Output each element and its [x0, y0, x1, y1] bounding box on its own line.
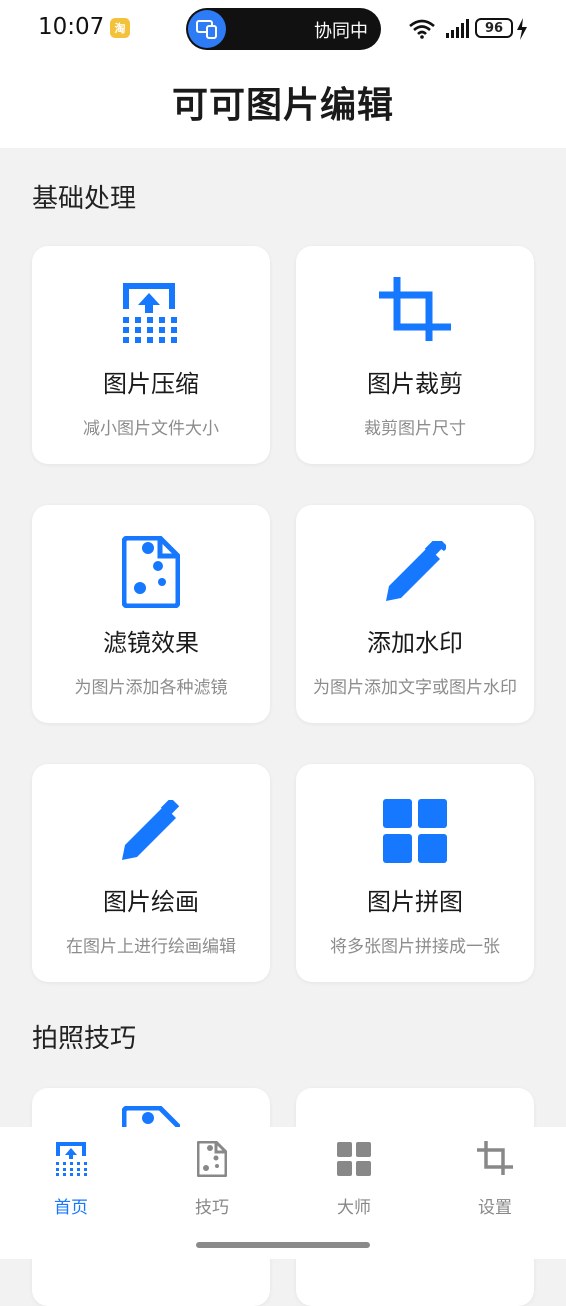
card-image-collage[interactable]: 图片拼图 将多张图片拼接成一张	[296, 764, 534, 982]
status-bar: 10:07 淘 协同中 96	[0, 0, 566, 58]
screen-share-icon	[188, 10, 226, 48]
signal-icon	[446, 19, 469, 38]
wifi-icon	[409, 19, 435, 39]
nav-label: 首页	[54, 1198, 88, 1218]
nav-item-settings[interactable]: 设置	[445, 1139, 545, 1218]
battery-indicator: 96	[475, 18, 513, 38]
nav-item-tips[interactable]: 技巧	[162, 1139, 262, 1218]
taobao-badge-icon: 淘	[110, 18, 130, 38]
pencil-icon	[296, 535, 534, 609]
card-description: 为图片添加各种滤镜	[74, 678, 228, 698]
card-description: 为图片添加文字或图片水印	[313, 678, 517, 698]
nav-item-home[interactable]: 首页	[21, 1139, 121, 1218]
crop-icon	[296, 276, 534, 350]
grid-icon	[334, 1139, 374, 1179]
nav-label: 技巧	[195, 1198, 229, 1218]
card-image-crop[interactable]: 图片裁剪 裁剪图片尺寸	[296, 246, 534, 464]
filter-icon	[32, 535, 270, 609]
nav-label: 大师	[337, 1198, 371, 1218]
pencil-icon	[32, 794, 270, 868]
card-description: 将多张图片拼接成一张	[330, 937, 500, 957]
compress-icon	[32, 276, 270, 350]
card-label: 滤镜效果	[103, 629, 199, 657]
card-description: 减小图片文件大小	[83, 419, 219, 439]
card-label: 添加水印	[367, 629, 463, 657]
card-label: 图片拼图	[367, 888, 463, 916]
app-header: 可可图片编辑	[0, 58, 566, 148]
card-description: 裁剪图片尺寸	[364, 419, 466, 439]
section-title-basic: 基础处理	[32, 184, 137, 214]
bottom-nav: 首页 技巧 大师 设置	[0, 1127, 566, 1259]
home-icon	[51, 1139, 91, 1179]
page-title: 可可图片编辑	[171, 85, 394, 126]
pill-text: 协同中	[314, 21, 368, 42]
card-image-compress[interactable]: 图片压缩 减小图片文件大小	[32, 246, 270, 464]
card-image-drawing[interactable]: 图片绘画 在图片上进行绘画编辑	[32, 764, 270, 982]
document-icon	[192, 1139, 232, 1179]
crop-icon	[475, 1139, 515, 1179]
card-add-watermark[interactable]: 添加水印 为图片添加文字或图片水印	[296, 505, 534, 723]
charging-icon	[517, 18, 527, 40]
card-filter-effect[interactable]: 滤镜效果 为图片添加各种滤镜	[32, 505, 270, 723]
card-description: 在图片上进行绘画编辑	[66, 937, 236, 957]
nav-item-masters[interactable]: 大师	[304, 1139, 404, 1218]
card-label: 图片绘画	[103, 888, 199, 916]
nav-label: 设置	[478, 1198, 512, 1218]
status-time: 10:07	[38, 14, 105, 40]
home-indicator[interactable]	[196, 1242, 370, 1248]
card-label: 图片压缩	[103, 370, 199, 398]
collaboration-pill[interactable]: 协同中	[186, 8, 381, 50]
section-title-photo-tips: 拍照技巧	[32, 1024, 137, 1054]
card-label: 图片裁剪	[367, 370, 463, 398]
grid-icon	[296, 794, 534, 868]
